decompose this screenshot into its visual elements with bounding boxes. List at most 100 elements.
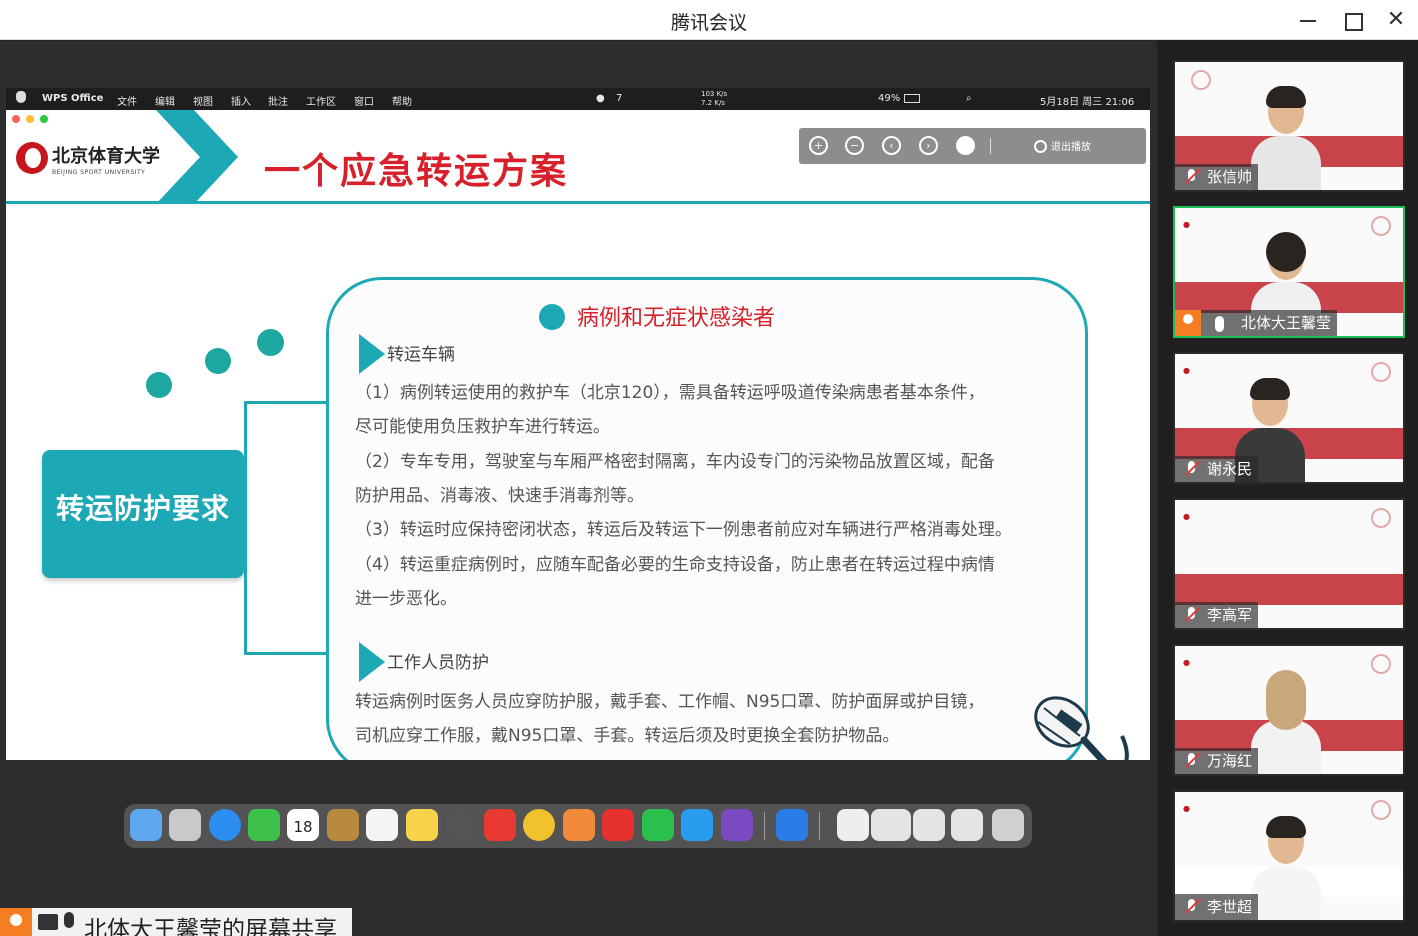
search-icon[interactable]: ⌕ [966, 93, 972, 104]
presentation-slide: 北京体育大学 BEIJING SPORT UNIVERSITY 一个应急转运方案… [6, 110, 1150, 760]
news-microphone-icon [1034, 696, 1129, 760]
minimize-button[interactable] [1294, 6, 1322, 34]
university-seal-icon [1371, 800, 1391, 820]
netease-music-icon[interactable] [602, 809, 634, 841]
menu-window[interactable]: 窗口 [354, 93, 374, 108]
exit-presentation-button[interactable]: 退出播放 [1034, 138, 1091, 153]
staff-line-1: 转运病例时医务人员应穿防护服，戴手套、工作帽、N95口罩、防护面屏或护目镜， [355, 692, 985, 712]
recent-document-icon[interactable] [837, 809, 869, 841]
topic-box: 转运防护要求 [42, 450, 244, 578]
presentation-toolbar: + − ‹ › 退出播放 [799, 128, 1146, 164]
recent-file-icon[interactable] [951, 809, 983, 841]
notes-icon[interactable] [406, 809, 438, 841]
system-settings-icon[interactable] [445, 809, 477, 841]
wps-icon[interactable] [484, 809, 516, 841]
participant-name: 万海红 [1207, 752, 1253, 770]
menu-insert[interactable]: 插入 [231, 93, 251, 108]
chrome-icon[interactable] [523, 809, 555, 841]
section-staff-title: 工作人员防护 [359, 642, 489, 682]
dock-separator [764, 812, 765, 840]
participant-video [1251, 86, 1321, 190]
messages-icon[interactable] [248, 809, 280, 841]
vehicle-line-1: （1）病例转运使用的救护车（北京120），需具备转运呼吸道传染病患者基本条件， [355, 383, 985, 403]
content-heading: 病例和无症状感染者 [539, 300, 775, 332]
close-button[interactable]: ✕ [1382, 6, 1410, 34]
previous-slide-icon[interactable]: ‹ [882, 136, 901, 155]
zoom-out-icon[interactable]: − [845, 136, 864, 155]
calendar-icon[interactable]: 18 [287, 809, 319, 841]
university-logo-text-icon: ● [1183, 220, 1190, 229]
content-heading-text: 病例和无症状感染者 [577, 306, 776, 331]
dock-separator [819, 812, 820, 840]
mic-muted-icon [1183, 460, 1201, 478]
mic-muted-icon [1183, 752, 1201, 770]
recent-window-icon[interactable] [871, 809, 911, 841]
wechat-count: 7 [616, 93, 623, 104]
vehicle-line-7: 进一步恶化。 [355, 589, 457, 609]
section-vehicle-title-text: 转运车辆 [387, 345, 455, 365]
heading-bullet-icon [539, 304, 565, 330]
menu-comment[interactable]: 批注 [268, 93, 288, 108]
maximize-button[interactable] [1338, 6, 1366, 34]
qq-icon[interactable] [681, 809, 713, 841]
participant-tile[interactable]: ● 李高军 [1173, 498, 1405, 630]
university-logo-text-icon: ● [1183, 804, 1190, 813]
battery-percent: 49% [878, 93, 901, 104]
university-seal-icon [1371, 362, 1391, 382]
net-up-speed: 103 K/s [701, 90, 728, 98]
participant-tile[interactable]: ● 谢永民 [1173, 352, 1405, 484]
wechat-icon[interactable] [642, 809, 674, 841]
apple-icon[interactable] [16, 91, 26, 103]
launchpad-icon[interactable] [169, 809, 201, 841]
menu-view[interactable]: 视图 [193, 93, 213, 108]
mic-muted-icon [1183, 168, 1201, 186]
university-seal-icon [1191, 70, 1211, 90]
finder-icon[interactable] [130, 809, 162, 841]
menu-workspace[interactable]: 工作区 [306, 93, 336, 108]
participant-tile-active-speaker[interactable]: ● 北体大王馨莹 [1173, 206, 1405, 338]
chevron-arrow-decoration [156, 110, 238, 204]
university-logo-text-icon: ● [1183, 658, 1190, 667]
battery-icon[interactable] [904, 94, 920, 103]
participant-tile[interactable]: ● 万海红 [1173, 644, 1405, 776]
wechat-status-icon[interactable]: ● [596, 93, 605, 104]
participant-tile[interactable]: 张信帅 [1173, 60, 1405, 192]
decor-dot-1 [146, 372, 172, 398]
mic-on-icon [1215, 316, 1224, 332]
recent-spreadsheet-icon[interactable] [913, 809, 945, 841]
vehicle-line-2: 尽可能使用负压救护车进行转运。 [355, 417, 610, 437]
safari-icon[interactable] [209, 809, 241, 841]
content-panel: 病例和无症状感染者 转运车辆 （1）病例转运使用的救护车（北京120），需具备转… [326, 277, 1088, 760]
zoom-in-icon[interactable]: + [809, 136, 828, 155]
screen-share-banner: 北体大王馨莹的屏幕共享 [0, 908, 352, 936]
notes-brown-icon[interactable] [327, 809, 359, 841]
university-seal-icon [1371, 654, 1391, 674]
exit-presentation-label: 退出播放 [1051, 142, 1091, 153]
university-emblem-icon [16, 142, 48, 174]
university-seal-icon [1371, 508, 1391, 528]
menu-edit[interactable]: 编辑 [155, 93, 175, 108]
tencent-meeting-icon[interactable] [776, 809, 808, 841]
participant-tile[interactable]: ● 李世超 [1173, 790, 1405, 922]
menu-app-name[interactable]: WPS Office [42, 93, 103, 104]
next-slide-icon[interactable]: › [919, 136, 938, 155]
slide-header: 北京体育大学 BEIJING SPORT UNIVERSITY 一个应急转运方案… [6, 110, 1150, 204]
screen-share-icon [38, 914, 58, 930]
photos-icon[interactable] [563, 809, 595, 841]
reminders-icon[interactable] [366, 809, 398, 841]
staff-line-2: 司机应穿工作服，戴N95口罩、手套。转运后须及时更换全套防护物品。 [355, 726, 900, 746]
menu-help[interactable]: 帮助 [392, 93, 412, 108]
screen-share-label: 北体大王馨莹的屏幕共享 [84, 917, 337, 936]
window-title-bar: 腾讯会议 ✕ [0, 0, 1418, 40]
logo-english-name: BEIJING SPORT UNIVERSITY [52, 169, 146, 176]
university-logo-text-icon: ● [1183, 512, 1190, 521]
menu-datetime[interactable]: 5月18日 周三 21:06 [1040, 93, 1134, 108]
onenote-icon[interactable] [721, 809, 753, 841]
host-avatar-icon [1175, 310, 1201, 336]
menu-file[interactable]: 文件 [117, 93, 137, 108]
laser-pointer-icon[interactable] [956, 136, 975, 155]
mac-menu-bar: WPS Office 文件 编辑 视图 插入 批注 工作区 窗口 帮助 ● 7 … [6, 88, 1150, 110]
section-arrow-icon [359, 642, 385, 682]
trash-icon[interactable] [992, 809, 1024, 841]
toolbar-divider [990, 138, 991, 154]
